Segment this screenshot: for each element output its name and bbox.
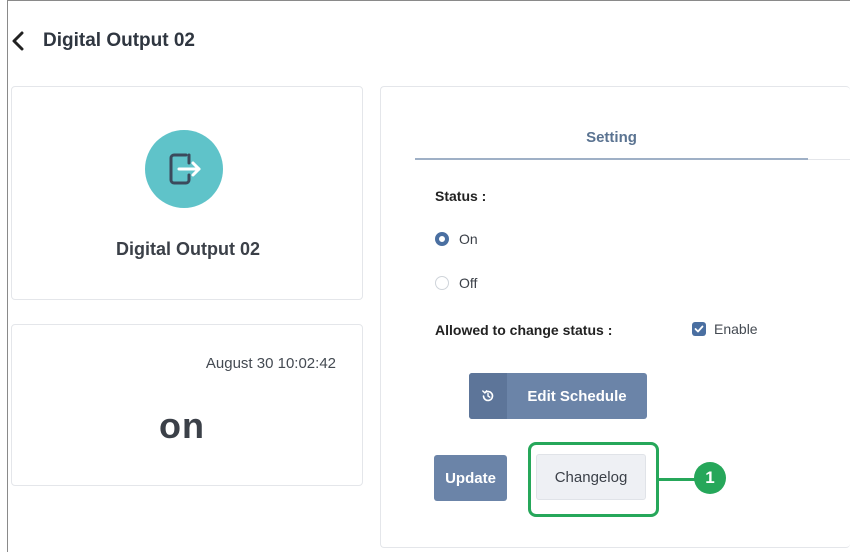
- status-radio-on[interactable]: On: [435, 231, 478, 247]
- status-label: Status :: [435, 188, 487, 204]
- history-clock-icon: [469, 373, 507, 419]
- state-card: August 30 10:02:42 on: [11, 324, 363, 486]
- status-radio-off[interactable]: Off: [435, 275, 477, 291]
- tab-divider: [808, 159, 850, 160]
- radio-unchecked-icon: [435, 276, 449, 290]
- annotation-highlight-box: [528, 442, 659, 517]
- device-name: Digital Output 02: [116, 239, 260, 259]
- exit-door-icon: [145, 130, 223, 208]
- radio-checked-icon: [435, 232, 449, 246]
- tab-setting[interactable]: Setting: [415, 123, 808, 160]
- radio-label-on: On: [459, 231, 478, 247]
- annotation-connector: [659, 478, 695, 481]
- edit-schedule-label: Edit Schedule: [527, 387, 627, 405]
- device-card: Digital Output 02: [11, 86, 363, 300]
- back-arrow-icon[interactable]: [7, 30, 29, 52]
- enable-label: Enable: [714, 321, 758, 337]
- page-header: Digital Output 02: [7, 28, 195, 54]
- page-title: Digital Output 02: [43, 30, 195, 51]
- enable-checkbox[interactable]: Enable: [692, 321, 758, 337]
- update-button[interactable]: Update: [434, 455, 507, 501]
- last-update-timestamp: August 30 10:02:42: [205, 355, 336, 372]
- allowed-to-change-label: Allowed to change status :: [435, 322, 613, 338]
- edit-schedule-button[interactable]: Edit Schedule: [469, 373, 647, 419]
- checkmark-icon: [692, 322, 706, 336]
- annotation-badge: 1: [694, 462, 726, 494]
- radio-label-off: Off: [459, 275, 478, 291]
- current-state-value: on: [159, 405, 205, 446]
